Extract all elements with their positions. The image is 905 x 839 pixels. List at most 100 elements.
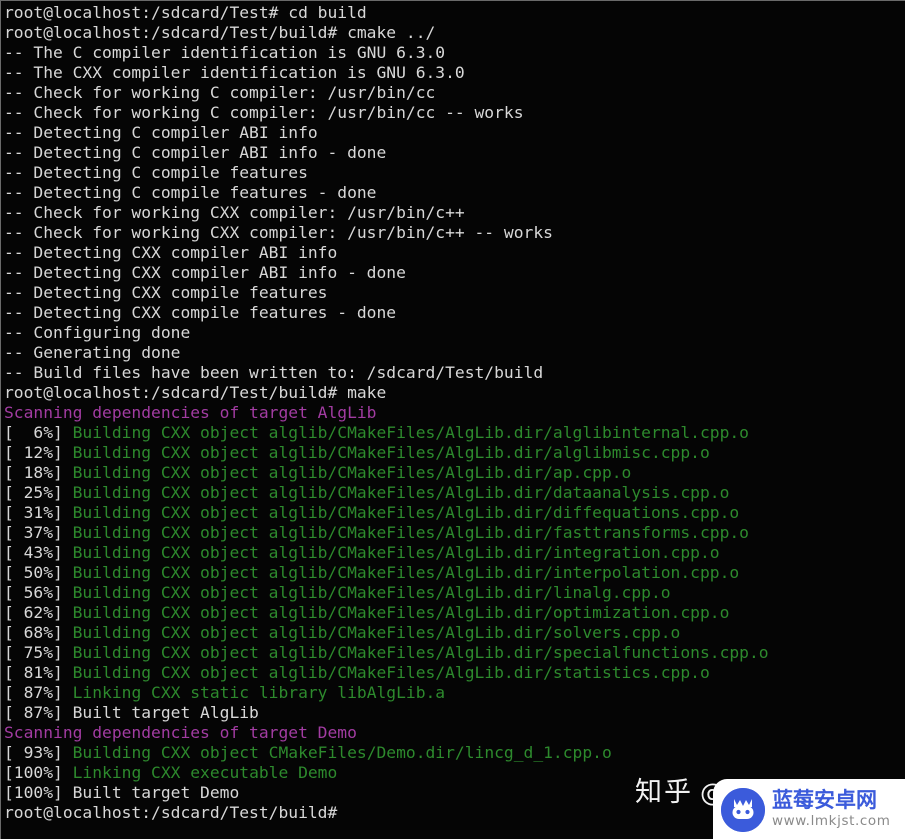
terminal-text-segment: -- Detecting C compiler ABI info [4,123,318,142]
terminal-output: root@localhost:/sdcard/Test# cd build roo… [1,3,905,823]
terminal-line: -- Detecting CXX compile features - done [4,303,905,323]
terminal-line: [ 81%] Building CXX object alglib/CMakeF… [4,663,905,683]
terminal-text-segment: root@localhost:/sdcard/Test/build# cmake… [4,23,436,42]
terminal-text-segment: [ 81%] [4,663,73,682]
terminal-line: -- Check for working C compiler: /usr/bi… [4,83,905,103]
terminal-text-segment: -- Detecting C compile features - done [4,183,377,202]
terminal-text-segment: [ 62%] [4,603,73,622]
terminal-text-segment: Building CXX object alglib/CMakeFiles/Al… [72,543,720,562]
terminal-text-segment: Building CXX object alglib/CMakeFiles/Al… [72,423,749,442]
terminal-text-segment: Linking CXX static library libAlgLib.a [72,683,446,702]
terminal-text-segment: [ 6%] [4,423,73,442]
terminal-line: [ 31%] Building CXX object alglib/CMakeF… [4,503,905,523]
terminal-text-segment: -- Build files have been written to: /sd… [4,363,544,382]
terminal-line: -- Detecting C compile features - done [4,183,905,203]
terminal-line: [ 75%] Building CXX object alglib/CMakeF… [4,643,905,663]
terminal-text-segment: -- Detecting CXX compiler ABI info - don… [4,263,406,282]
terminal-line: -- Configuring done [4,323,905,343]
terminal-text-segment: Building CXX object alglib/CMakeFiles/Al… [72,563,740,582]
terminal-text-segment: root@localhost:/sdcard/Test/build# [4,803,338,822]
terminal-text-segment: -- Configuring done [4,323,191,342]
terminal-text-segment: Building CXX object alglib/CMakeFiles/Al… [72,623,681,642]
terminal-line: [ 50%] Building CXX object alglib/CMakeF… [4,563,905,583]
terminal-text-segment: -- The C compiler identification is GNU … [4,43,446,62]
terminal-text-segment: Building CXX object alglib/CMakeFiles/Al… [72,463,632,482]
terminal-text-segment: [ 87%] Built target AlgLib [4,703,259,722]
terminal-line: [ 62%] Building CXX object alglib/CMakeF… [4,603,905,623]
terminal-text-segment: -- Detecting C compile features [4,163,308,182]
terminal-text-segment: [ 75%] [4,643,73,662]
terminal-line: root@localhost:/sdcard/Test/build# cmake… [4,23,905,43]
terminal-line: -- Detecting C compile features [4,163,905,183]
terminal-text-segment: Scanning dependencies of target Demo [4,723,357,742]
terminal-line: -- Build files have been written to: /sd… [4,363,905,383]
terminal-line: -- Check for working C compiler: /usr/bi… [4,103,905,123]
terminal-text-segment: [ 93%] [4,743,73,762]
site-url: www.lmkjst.com [772,813,891,830]
terminal-line: [ 12%] Building CXX object alglib/CMakeF… [4,443,905,463]
terminal-line: -- Check for working CXX compiler: /usr/… [4,203,905,223]
terminal-text-segment: [100%] [4,763,73,782]
terminal-text-segment: Building CXX object alglib/CMakeFiles/Al… [72,603,730,622]
terminal-text-segment: -- Check for working C compiler: /usr/bi… [4,83,436,102]
terminal-line: [ 25%] Building CXX object alglib/CMakeF… [4,483,905,503]
terminal-text-segment: [ 56%] [4,583,73,602]
terminal-text-segment: root@localhost:/sdcard/Test/build# make [4,383,387,402]
terminal-line: [ 43%] Building CXX object alglib/CMakeF… [4,543,905,563]
terminal-line: [ 68%] Building CXX object alglib/CMakeF… [4,623,905,643]
terminal-window[interactable]: root@localhost:/sdcard/Test# cd build roo… [0,0,905,839]
terminal-text-segment: Building CXX object alglib/CMakeFiles/Al… [72,523,749,542]
android-robot-icon [721,787,765,832]
terminal-text-segment: [ 37%] [4,523,73,542]
terminal-text-segment: -- Check for working C compiler: /usr/bi… [4,103,524,122]
terminal-line: [ 93%] Building CXX object CMakeFiles/De… [4,743,905,763]
terminal-text-segment: Scanning dependencies of target AlgLib [4,403,377,422]
terminal-line: -- Detecting C compiler ABI info - done [4,143,905,163]
terminal-line: [ 18%] Building CXX object alglib/CMakeF… [4,463,905,483]
terminal-text-segment: Building CXX object alglib/CMakeFiles/Al… [72,583,671,602]
terminal-text-segment: Building CXX object alglib/CMakeFiles/Al… [72,483,730,502]
terminal-line: -- The CXX compiler identification is GN… [4,63,905,83]
terminal-text-segment: Building CXX object CMakeFiles/Demo.dir/… [72,743,612,762]
terminal-line: [ 87%] Linking CXX static library libAlg… [4,683,905,703]
terminal-line: -- Generating done [4,343,905,363]
terminal-text-segment: Building CXX object alglib/CMakeFiles/Al… [72,663,710,682]
terminal-text-segment: -- Generating done [4,343,181,362]
terminal-text-segment: -- Detecting CXX compile features [4,283,328,302]
terminal-line: [ 6%] Building CXX object alglib/CMakeFi… [4,423,905,443]
terminal-text-segment: -- Detecting C compiler ABI info - done [4,143,387,162]
terminal-line: [ 56%] Building CXX object alglib/CMakeF… [4,583,905,603]
terminal-line: Scanning dependencies of target AlgLib [4,403,905,423]
terminal-line: -- Detecting CXX compiler ABI info - don… [4,263,905,283]
terminal-text-segment: -- Detecting CXX compile features - done [4,303,397,322]
terminal-text-segment: Linking CXX executable Demo [72,763,338,782]
terminal-line: root@localhost:/sdcard/Test# cd build [4,3,905,23]
terminal-text-segment: [ 18%] [4,463,73,482]
terminal-line: -- Detecting C compiler ABI info [4,123,905,143]
terminal-text-segment: Building CXX object alglib/CMakeFiles/Al… [72,443,710,462]
terminal-line: -- Check for working CXX compiler: /usr/… [4,223,905,243]
terminal-text-segment: [ 31%] [4,503,73,522]
terminal-text-segment: [ 68%] [4,623,73,642]
site-name: 蓝莓安卓网 [772,788,877,813]
terminal-text-segment: [ 25%] [4,483,73,502]
site-watermark: 蓝莓安卓网 www.lmkjst.com [713,779,905,839]
terminal-text-segment: [ 87%] [4,683,73,702]
terminal-line: Scanning dependencies of target Demo [4,723,905,743]
terminal-text-segment: [100%] Built target Demo [4,783,240,802]
terminal-text-segment: -- The CXX compiler identification is GN… [4,63,465,82]
terminal-text-segment: [ 12%] [4,443,73,462]
terminal-text-segment: -- Detecting CXX compiler ABI info [4,243,338,262]
terminal-line: root@localhost:/sdcard/Test/build# make [4,383,905,403]
terminal-text-segment: [ 43%] [4,543,73,562]
terminal-text-segment: Building CXX object alglib/CMakeFiles/Al… [72,503,740,522]
terminal-text-segment: -- Check for working CXX compiler: /usr/… [4,223,553,242]
terminal-line: -- Detecting CXX compile features [4,283,905,303]
terminal-text-segment: Building CXX object alglib/CMakeFiles/Al… [72,643,769,662]
terminal-text-segment: root@localhost:/sdcard/Test# cd build [4,3,367,22]
site-watermark-text: 蓝莓安卓网 www.lmkjst.com [772,790,891,829]
terminal-line: -- Detecting CXX compiler ABI info [4,243,905,263]
terminal-line: [ 37%] Building CXX object alglib/CMakeF… [4,523,905,543]
terminal-line: [ 87%] Built target AlgLib [4,703,905,723]
terminal-text-segment: -- Check for working CXX compiler: /usr/… [4,203,465,222]
